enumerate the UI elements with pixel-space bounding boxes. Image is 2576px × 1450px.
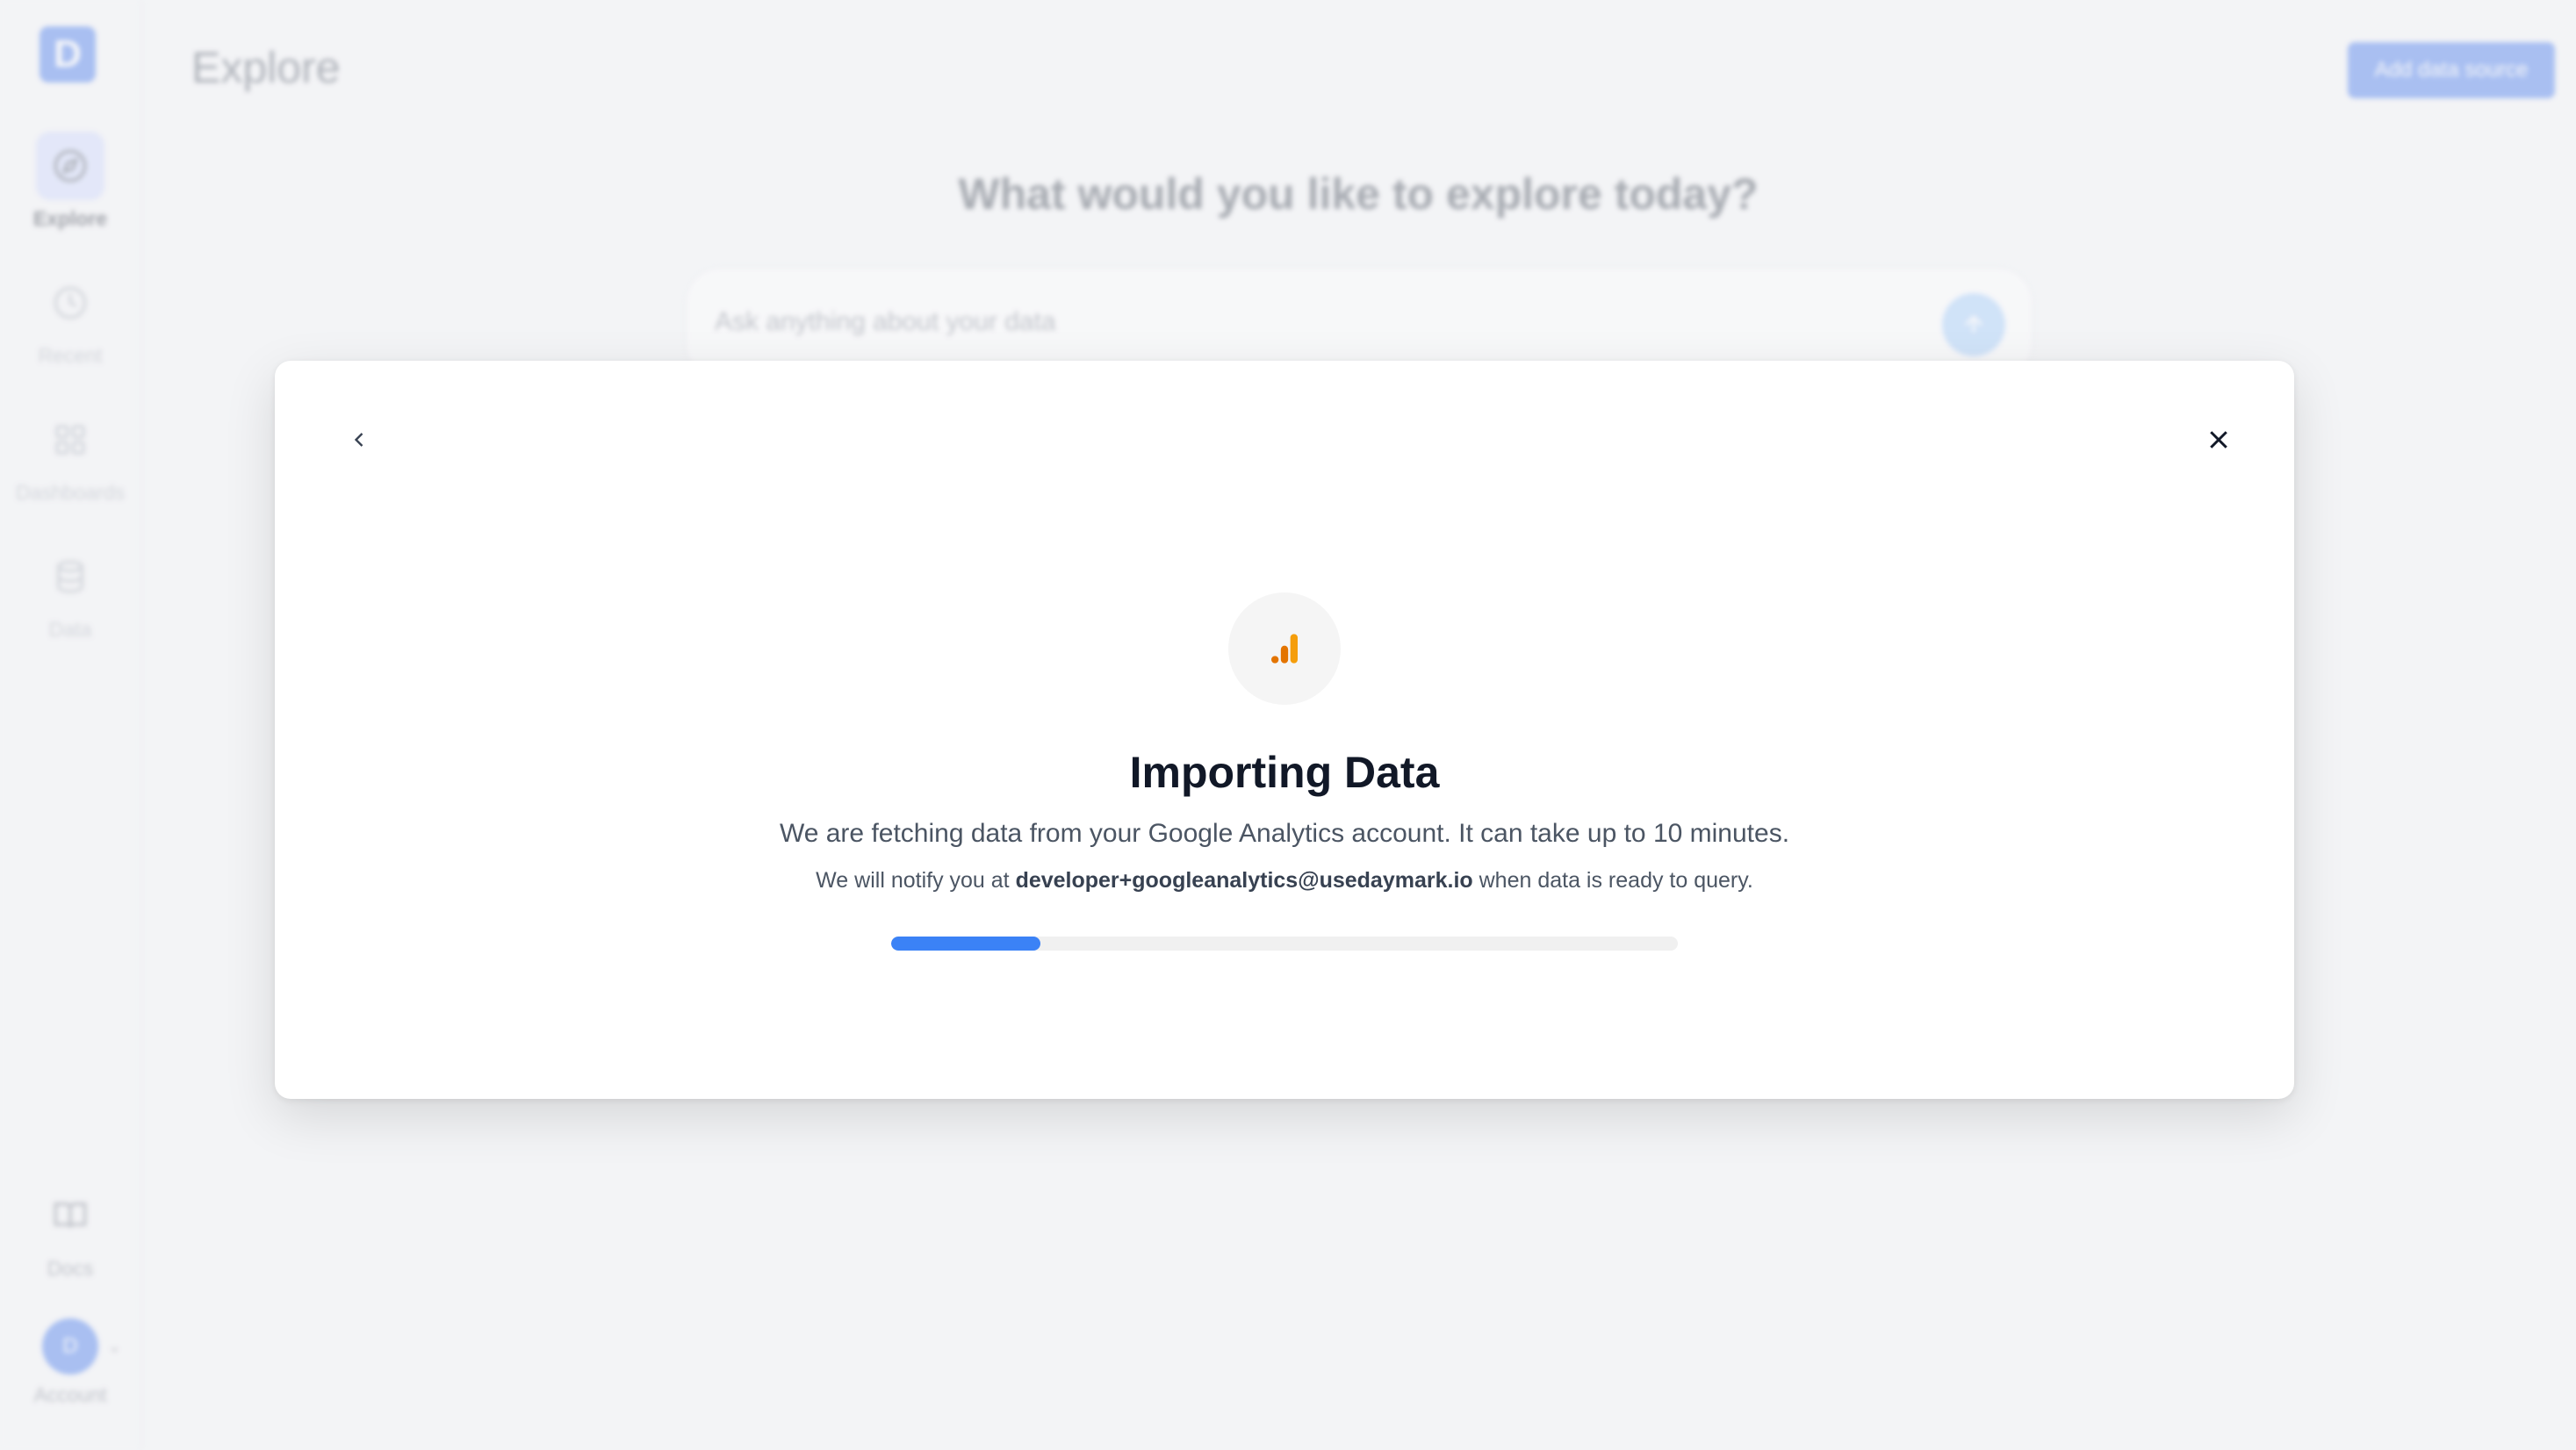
import-modal: Importing Data We are fetching data from… (275, 361, 2294, 1099)
modal-description: We are fetching data from your Google An… (779, 819, 1790, 848)
progress-fill (891, 937, 1041, 951)
chevron-left-icon (354, 433, 363, 447)
back-button[interactable] (336, 417, 382, 463)
notify-email: developer+googleanalytics@usedaymark.io (1015, 868, 1473, 893)
google-analytics-icon (1228, 592, 1341, 705)
note-prefix: We will notify you at (816, 868, 1016, 893)
close-icon (2210, 431, 2227, 449)
note-suffix: when data is ready to query. (1472, 868, 1753, 893)
notification-note: We will notify you at developer+googlean… (275, 868, 2294, 894)
modal-title: Importing Data (1129, 748, 1440, 797)
close-button[interactable] (2196, 417, 2241, 463)
import-progress-bar (891, 937, 1678, 951)
